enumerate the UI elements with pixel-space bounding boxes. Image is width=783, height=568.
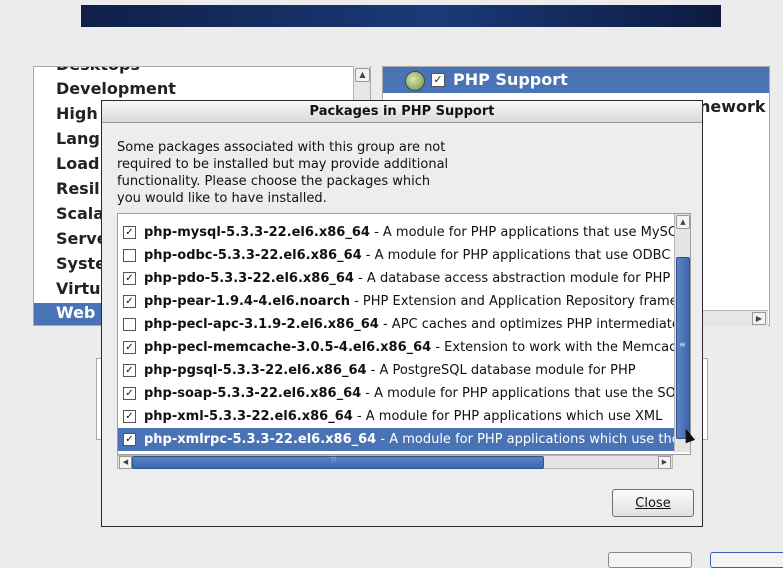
package-peek-text: nework bbox=[699, 97, 766, 116]
package-description: - A module for PHP applications which us… bbox=[380, 432, 674, 447]
package-description: - A PostgreSQL database module for PHP bbox=[366, 363, 636, 378]
package-name: php-pecl-apc-3.1.9-2.el6.x86_64 bbox=[144, 317, 379, 332]
group-item[interactable]: Virtu bbox=[56, 279, 101, 298]
package-group-title: PHP Support bbox=[453, 70, 568, 89]
package-checkbox[interactable]: ✓ bbox=[123, 364, 136, 377]
close-button[interactable]: Close bbox=[612, 489, 694, 517]
group-item[interactable]: Load bbox=[56, 154, 99, 173]
package-name: php-mysql-5.3.3-22.el6.x86_64 bbox=[144, 225, 370, 240]
package-row[interactable]: ✓ php-pdo-5.3.3-22.el6.x86_64 - A databa… bbox=[118, 267, 674, 290]
scroll-left-icon[interactable]: ◀ bbox=[119, 456, 132, 469]
package-name: php-pear-1.9.4-4.el6.noarch bbox=[144, 294, 350, 309]
package-name: php-pecl-memcache-3.0.5-4.el6.x86_64 bbox=[144, 340, 432, 355]
package-description: - A module for PHP applications that use… bbox=[365, 248, 674, 263]
dialog-title: Packages in PHP Support bbox=[102, 101, 702, 123]
scroll-up-icon[interactable]: ▲ bbox=[676, 215, 690, 229]
package-name: php-xml-5.3.3-22.el6.x86_64 bbox=[144, 409, 353, 424]
package-checkbox[interactable]: ✓ bbox=[123, 410, 136, 423]
group-item[interactable]: Resili bbox=[56, 179, 105, 198]
group-item[interactable]: Syste bbox=[56, 254, 106, 273]
package-description: - PHP Extension and Application Reposito… bbox=[349, 294, 674, 309]
scroll-right-icon[interactable]: ▶ bbox=[752, 312, 766, 325]
package-description: - APC caches and optimizes PHP intermedi… bbox=[382, 317, 674, 332]
background-button[interactable] bbox=[608, 552, 692, 568]
group-checkbox[interactable]: ✓ bbox=[431, 73, 445, 87]
package-checkbox[interactable]: ✓ bbox=[123, 387, 136, 400]
scroll-up-icon[interactable]: ▲ bbox=[355, 68, 370, 82]
package-list-hscrollbar[interactable]: ◀ ⦙⦙⦙ ▶ bbox=[117, 454, 673, 469]
package-row[interactable]: php-odbc-5.3.3-22.el6.x86_64 - A module … bbox=[118, 244, 674, 267]
package-group-header[interactable]: ✓ PHP Support bbox=[383, 67, 769, 93]
package-row[interactable]: ✓ php-xml-5.3.3-22.el6.x86_64 - A module… bbox=[118, 405, 674, 428]
package-list[interactable]: ✓ php-mysql-5.3.3-22.el6.x86_64 - A modu… bbox=[117, 213, 691, 455]
package-row[interactable]: ✓ php-pear-1.9.4-4.el6.noarch - PHP Exte… bbox=[118, 290, 674, 313]
package-row-selected[interactable]: ✓ php-xmlrpc-5.3.3-22.el6.x86_64 - A mod… bbox=[118, 428, 674, 451]
group-item[interactable]: Lang bbox=[56, 129, 100, 148]
package-row[interactable]: ✓ php-pgsql-5.3.3-22.el6.x86_64 - A Post… bbox=[118, 359, 674, 382]
package-checkbox[interactable]: ✓ bbox=[123, 341, 136, 354]
package-name: php-xmlrpc-5.3.3-22.el6.x86_64 bbox=[144, 432, 377, 447]
package-description: - A module for PHP applications that use… bbox=[374, 225, 674, 240]
scroll-thumb[interactable]: ⦙⦙⦙ bbox=[132, 454, 544, 469]
package-checkbox[interactable]: ✓ bbox=[123, 295, 136, 308]
package-checkbox[interactable] bbox=[123, 249, 136, 262]
package-row[interactable]: ✓ php-mysql-5.3.3-22.el6.x86_64 - A modu… bbox=[118, 221, 674, 244]
package-name: php-pdo-5.3.3-22.el6.x86_64 bbox=[144, 271, 354, 286]
close-button-label: Close bbox=[635, 496, 671, 511]
grip-icon: ⦙⦙⦙ bbox=[331, 454, 337, 463]
group-item[interactable]: Desktops bbox=[56, 67, 140, 74]
php-group-icon bbox=[405, 71, 425, 91]
package-row[interactable]: php-pecl-apc-3.1.9-2.el6.x86_64 - APC ca… bbox=[118, 313, 674, 336]
packages-dialog: Packages in PHP Support Some packages as… bbox=[101, 100, 703, 527]
scroll-thumb[interactable]: ≡ bbox=[676, 257, 690, 439]
package-description: - A module for PHP applications that use… bbox=[365, 386, 674, 401]
group-item[interactable]: Serve bbox=[56, 229, 108, 248]
package-description: - Extension to work with the Memcached c… bbox=[435, 340, 674, 355]
package-list-vscrollbar[interactable]: ▲ ≡ bbox=[674, 214, 690, 452]
package-row[interactable]: ✓ php-pecl-memcache-3.0.5-4.el6.x86_64 -… bbox=[118, 336, 674, 359]
package-checkbox[interactable]: ✓ bbox=[123, 226, 136, 239]
package-checkbox[interactable] bbox=[123, 318, 136, 331]
header-banner bbox=[81, 5, 721, 27]
package-checkbox[interactable]: ✓ bbox=[123, 433, 136, 446]
group-item[interactable]: Scala bbox=[56, 204, 104, 223]
dialog-description: Some packages associated with this group… bbox=[117, 140, 449, 206]
scroll-right-icon[interactable]: ▶ bbox=[658, 456, 671, 469]
package-name: php-odbc-5.3.3-22.el6.x86_64 bbox=[144, 248, 362, 263]
package-description: - A module for PHP applications which us… bbox=[352, 409, 663, 424]
group-item[interactable]: High bbox=[56, 104, 98, 123]
package-description: - A database access abstraction module f… bbox=[358, 271, 674, 286]
package-name: php-pgsql-5.3.3-22.el6.x86_64 bbox=[144, 363, 367, 378]
group-item[interactable]: Development bbox=[56, 79, 176, 98]
grip-icon: ≡ bbox=[679, 340, 686, 349]
package-row[interactable]: ✓ php-soap-5.3.3-22.el6.x86_64 - A modul… bbox=[118, 382, 674, 405]
package-checkbox[interactable]: ✓ bbox=[123, 272, 136, 285]
background-button[interactable] bbox=[710, 552, 783, 568]
package-name: php-soap-5.3.3-22.el6.x86_64 bbox=[144, 386, 362, 401]
